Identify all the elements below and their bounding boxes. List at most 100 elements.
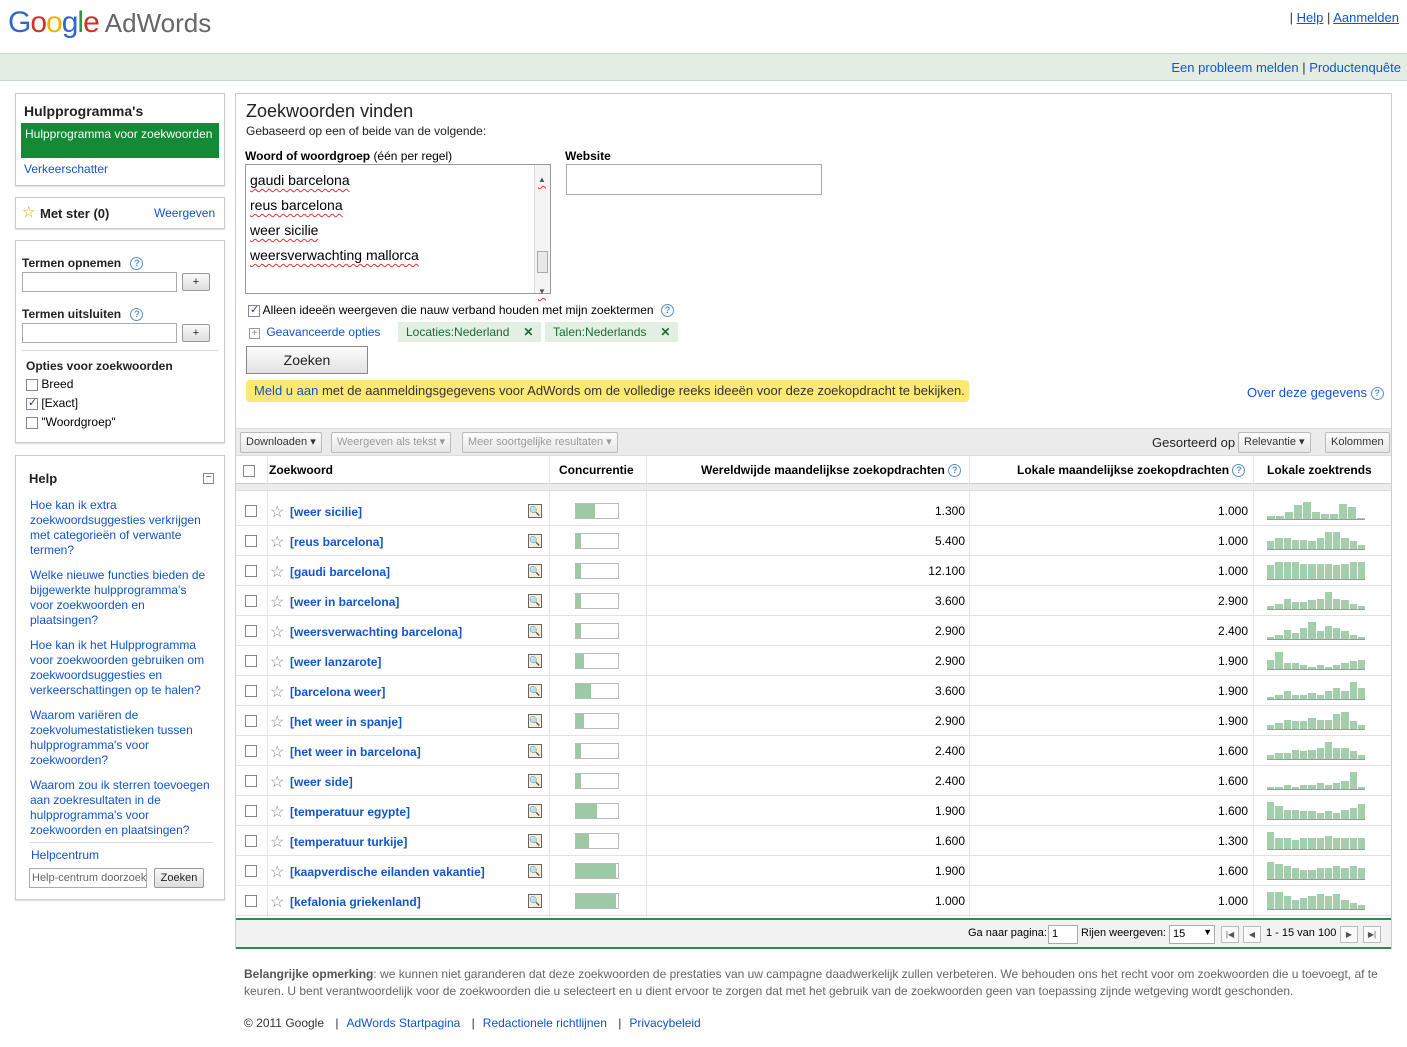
include-add-button[interactable]: + — [182, 273, 210, 291]
row-checkbox[interactable] — [245, 775, 257, 787]
language-filter-tag[interactable]: Talen:Nederlands ✕ — [545, 322, 679, 342]
google-adwords-logo[interactable]: Google AdWords — [8, 6, 211, 40]
keyword-link[interactable]: [kaapverdische eilanden vakantie] — [290, 865, 485, 879]
keyword-link[interactable]: [het weer in spanje] — [290, 715, 402, 729]
signin-link[interactable]: Aanmelden — [1333, 10, 1399, 25]
rows-select[interactable]: 15 ▼ — [1169, 925, 1215, 944]
textarea-scrollbar[interactable]: ▲ ▼ — [534, 165, 550, 296]
help-search-input[interactable]: Help-centrum doorzoeke — [29, 868, 147, 888]
magnifier-icon[interactable]: 🔍 — [528, 864, 542, 878]
exclude-add-button[interactable]: + — [182, 324, 210, 342]
website-input[interactable] — [566, 164, 822, 195]
page-number-input[interactable]: 1 — [1048, 925, 1078, 944]
exclude-terms-input[interactable] — [22, 323, 177, 343]
magnifier-icon[interactable]: 🔍 — [528, 684, 542, 698]
row-checkbox[interactable] — [245, 625, 257, 637]
download-button[interactable]: Downloaden ▾ — [240, 432, 322, 453]
location-filter-tag[interactable]: Locaties:Nederland ✕ — [398, 322, 542, 342]
col-keyword[interactable]: Zoekwoord — [269, 463, 333, 477]
keyword-link[interactable]: [barcelona weer] — [290, 685, 385, 699]
search-button[interactable]: Zoeken — [246, 346, 368, 374]
col-trends[interactable]: Lokale zoektrends — [1267, 463, 1372, 477]
row-checkbox[interactable] — [245, 595, 257, 607]
magnifier-icon[interactable]: 🔍 — [528, 564, 542, 578]
more-like-button[interactable]: Meer soortgelijke resultaten ▾ — [462, 432, 618, 453]
remove-icon[interactable]: ✕ — [660, 325, 670, 339]
star-icon[interactable]: ☆ — [270, 802, 284, 822]
sidebar-item-traffic-estimator[interactable]: Verkeerschatter — [24, 162, 108, 176]
magnifier-icon[interactable]: 🔍 — [528, 744, 542, 758]
option-broad[interactable]: Breed — [26, 377, 73, 391]
option-phrase-checkbox[interactable] — [26, 416, 38, 429]
magnifier-icon[interactable]: 🔍 — [528, 774, 542, 788]
row-checkbox[interactable] — [245, 715, 257, 727]
row-checkbox[interactable] — [245, 535, 257, 547]
magnifier-icon[interactable]: 🔍 — [528, 534, 542, 548]
keyword-link[interactable]: [kefalonia griekenland] — [290, 895, 421, 909]
footer-link-guidelines[interactable]: Redactionele richtlijnen — [483, 1016, 607, 1030]
row-checkbox[interactable] — [245, 895, 257, 907]
scroll-up-icon[interactable]: ▲ — [538, 167, 546, 192]
star-icon[interactable]: ☆ — [270, 742, 284, 762]
expand-icon[interactable]: + — [249, 328, 260, 339]
magnifier-icon[interactable]: 🔍 — [528, 504, 542, 518]
magnifier-icon[interactable]: 🔍 — [528, 594, 542, 608]
magnifier-icon[interactable]: 🔍 — [528, 714, 542, 728]
help-question-icon[interactable]: ? — [1370, 387, 1384, 401]
prev-page-icon[interactable]: ◀ — [1243, 926, 1261, 943]
row-checkbox[interactable] — [245, 805, 257, 817]
closely-related-option[interactable]: Alleen ideeën weergeven die nauw verband… — [248, 303, 674, 318]
sidebar-item-keyword-tool[interactable]: Hulpprogramma voor zoekwoorden — [21, 123, 219, 158]
help-link-item[interactable]: Welke nieuwe functies bieden de bijgewer… — [30, 568, 212, 628]
keyword-link[interactable]: [gaudi barcelona] — [290, 565, 390, 579]
signin-notice-link[interactable]: Meld u aan — [254, 383, 318, 398]
star-icon[interactable]: ☆ — [270, 832, 284, 852]
row-checkbox[interactable] — [245, 835, 257, 847]
help-question-icon[interactable]: ? — [660, 304, 674, 318]
magnifier-icon[interactable]: 🔍 — [528, 804, 542, 818]
magnifier-icon[interactable]: 🔍 — [528, 834, 542, 848]
about-data[interactable]: Over deze gegevens ? — [1247, 385, 1384, 401]
keyword-link[interactable]: [weer sicilie] — [290, 505, 362, 519]
star-icon[interactable]: ☆ — [270, 862, 284, 882]
starred-view-link[interactable]: Weergeven — [154, 206, 215, 220]
first-page-icon[interactable]: |◀ — [1221, 926, 1239, 943]
col-competition[interactable]: Concurrentie — [559, 463, 634, 477]
advanced-options[interactable]: + Geavanceerde opties — [249, 325, 380, 339]
option-exact[interactable]: [Exact] — [26, 396, 78, 410]
keyword-link[interactable]: [weer side] — [290, 775, 353, 789]
help-question-icon[interactable]: ? — [1232, 464, 1246, 478]
star-icon[interactable]: ☆ — [270, 892, 284, 912]
survey-link[interactable]: Productenquête — [1309, 60, 1401, 75]
help-search-button[interactable]: Zoeken — [154, 868, 204, 888]
keyword-link[interactable]: [weersverwachting barcelona] — [290, 625, 462, 639]
keyword-link[interactable]: [het weer in barcelona] — [290, 745, 421, 759]
last-page-icon[interactable]: ▶| — [1363, 926, 1381, 943]
keyword-link[interactable]: [temperatuur egypte] — [290, 805, 410, 819]
sort-select[interactable]: Relevantie ▾ — [1238, 432, 1311, 453]
row-checkbox[interactable] — [245, 865, 257, 877]
help-question-icon[interactable]: ? — [130, 257, 144, 271]
magnifier-icon[interactable]: 🔍 — [528, 624, 542, 638]
option-phrase[interactable]: "Woordgroep" — [26, 415, 116, 429]
help-link-item[interactable]: Waarom variëren de zoekvolumestatistieke… — [30, 708, 212, 768]
help-question-icon[interactable]: ? — [130, 308, 144, 322]
closely-related-checkbox[interactable] — [248, 303, 260, 317]
remove-icon[interactable]: ✕ — [523, 325, 533, 339]
star-icon[interactable]: ☆ — [270, 682, 284, 702]
star-icon[interactable]: ☆ — [270, 622, 284, 642]
help-center-link[interactable]: Helpcentrum — [31, 848, 99, 862]
footer-link-privacy[interactable]: Privacybeleid — [629, 1016, 700, 1030]
star-icon[interactable]: ☆ — [270, 502, 284, 522]
keyword-link[interactable]: [reus barcelona] — [290, 535, 383, 549]
star-icon[interactable]: ☆ — [270, 772, 284, 792]
star-icon[interactable]: ☆ — [270, 532, 284, 552]
star-icon[interactable]: ☆ — [270, 652, 284, 672]
row-checkbox[interactable] — [245, 745, 257, 757]
view-as-text-button[interactable]: Weergeven als tekst ▾ — [331, 432, 452, 453]
report-problem-link[interactable]: Een probleem melden — [1171, 60, 1298, 75]
magnifier-icon[interactable]: 🔍 — [528, 654, 542, 668]
scroll-down-icon[interactable]: ▼ — [538, 279, 546, 304]
footer-link-home[interactable]: AdWords Startpagina — [346, 1016, 460, 1030]
collapse-icon[interactable]: − — [203, 473, 214, 484]
